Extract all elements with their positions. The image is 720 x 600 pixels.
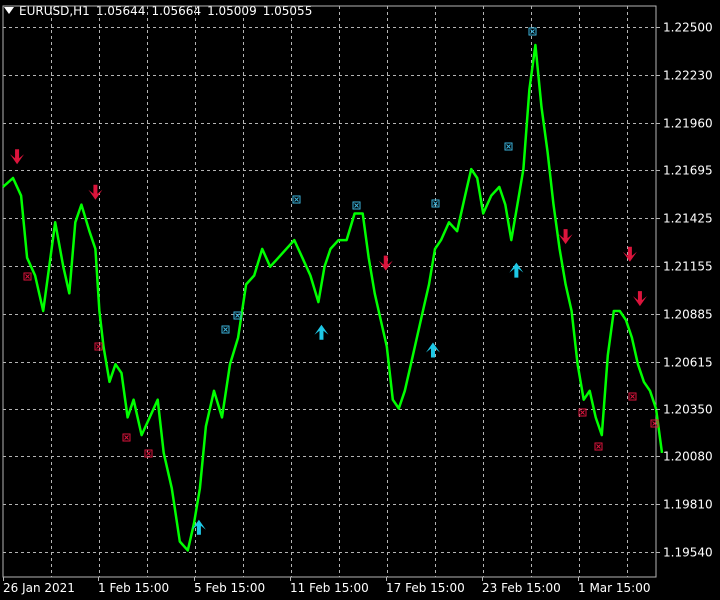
y-tick-label: 1.20885: [663, 308, 713, 322]
y-tick-label: 1.21695: [663, 164, 713, 178]
buy-marker-icon-cross: [506, 144, 511, 149]
signal-markers: [10, 27, 659, 535]
buy-marker-icon-cross: [223, 327, 228, 332]
y-tick-label: 1.21425: [663, 212, 713, 226]
x-tick-label: 1 Feb 15:00: [98, 581, 169, 595]
plot-frame: [2, 5, 657, 578]
x-tick-label: 17 Feb 15:00: [386, 581, 465, 595]
y-tick-label: 1.19810: [663, 498, 713, 512]
y-tick-label: 1.22500: [663, 21, 713, 35]
y-tick-label: 1.21960: [663, 117, 713, 131]
price-chart[interactable]: 1.22500 1.22230 1.21960 1.21695 1.21425 1.211…: [0, 0, 720, 600]
y-tick-label: 1.22230: [663, 69, 713, 83]
sell-arrow-icon: [622, 246, 637, 262]
sell-marker-icon-cross: [580, 410, 585, 415]
x-tick-label: 11 Feb 15:00: [290, 581, 369, 595]
sell-arrow-icon: [10, 149, 25, 165]
y-tick-label: 1.20350: [663, 403, 713, 417]
sell-arrow-icon: [378, 255, 393, 271]
sell-marker-icon-cross: [124, 435, 129, 440]
sell-marker-icon-cross: [146, 451, 151, 456]
y-tick-label: 1.20080: [663, 450, 713, 464]
buy-arrow-icon: [509, 262, 524, 278]
x-tick-label: 23 Feb 15:00: [482, 581, 561, 595]
buy-marker-icon-cross: [354, 203, 359, 208]
buy-arrow-icon: [314, 324, 329, 340]
buy-arrow-icon: [425, 342, 440, 358]
sell-arrow-icon: [632, 291, 647, 307]
y-tick-label: 1.20615: [663, 356, 713, 370]
x-tick-label: 5 Feb 15:00: [194, 581, 265, 595]
sell-arrow-icon: [558, 229, 573, 245]
sell-marker-icon-cross: [596, 444, 601, 449]
buy-marker-icon-cross: [294, 197, 299, 202]
y-tick-label: 1.19540: [663, 546, 713, 560]
price-series: [2, 43, 664, 552]
sell-marker-icon-cross: [25, 274, 30, 279]
sell-marker-icon-cross: [630, 394, 635, 399]
axes: 1.22500 1.22230 1.21960 1.21695 1.21425 1.211…: [3, 21, 713, 595]
grid: [2, 5, 657, 578]
x-tick-label: 1 Mar 15:00: [578, 581, 651, 595]
x-tick-label: 26 Jan 2021: [3, 581, 75, 595]
sell-arrow-icon: [88, 184, 103, 200]
sell-marker-icon-cross: [96, 344, 101, 349]
price-line: [2, 43, 664, 552]
y-tick-label: 1.21155: [663, 260, 713, 274]
